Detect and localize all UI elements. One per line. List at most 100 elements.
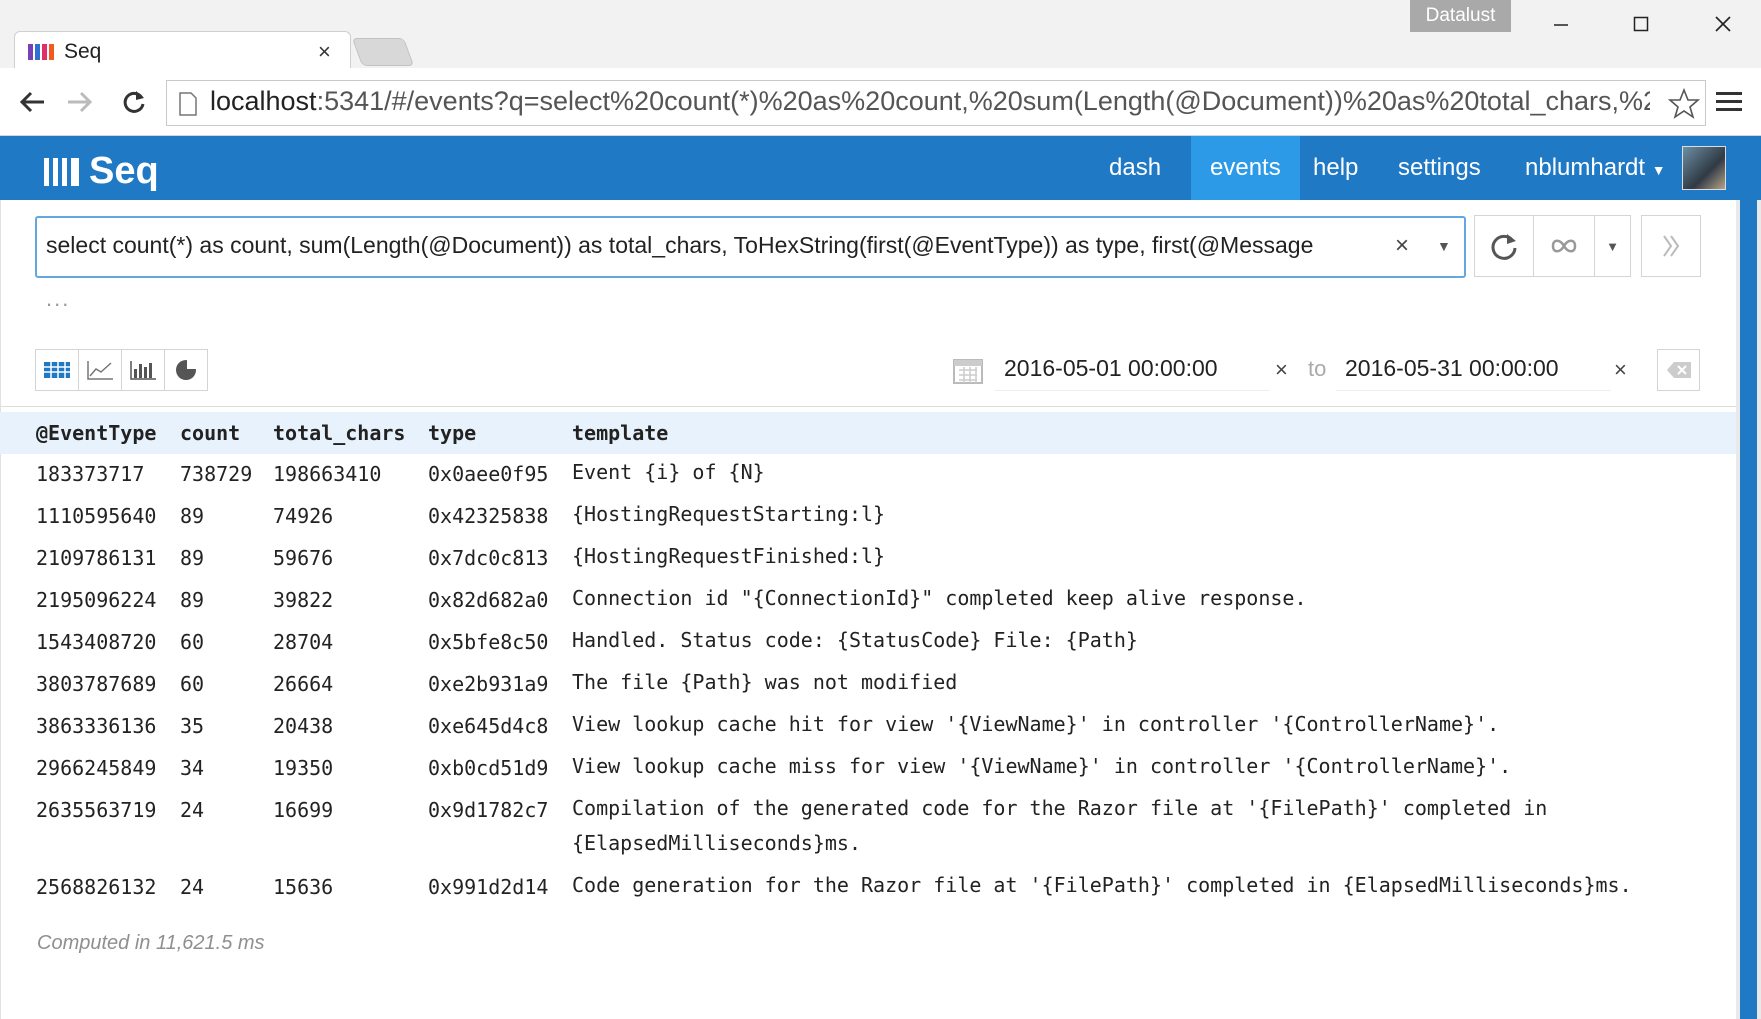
clear-date-to-icon[interactable]: × — [1614, 357, 1627, 383]
tab-close-icon[interactable]: × — [318, 39, 331, 65]
table-row[interactable]: 2109786131 89 59676 0x7dc0c813 {HostingReque… — [0, 538, 1736, 580]
query-more-ellipsis[interactable]: ... — [46, 286, 70, 312]
table-cell: 20438 — [273, 714, 334, 738]
refresh-icon — [1491, 234, 1517, 260]
date-to-label: to — [1308, 356, 1327, 381]
table-cell: 0x9d1782c7 — [428, 798, 549, 822]
table-cell: 26664 — [273, 672, 334, 696]
column-header[interactable]: @EventType — [36, 421, 156, 445]
results-table: @EventType count total_chars type templa… — [0, 412, 1736, 909]
table-cell: 0x42325838 — [428, 504, 549, 528]
user-name: nblumhardt — [1525, 154, 1646, 181]
table-cell: 59676 — [273, 546, 334, 570]
double-chevron-right-icon — [1663, 235, 1680, 257]
table-cell: 0x7dc0c813 — [428, 546, 549, 570]
table-cell: 2635563719 — [36, 798, 157, 822]
nav-events[interactable]: events — [1191, 136, 1300, 200]
table-cell: 2966245849 — [36, 756, 157, 780]
clear-date-from-icon[interactable]: × — [1275, 357, 1288, 383]
maximize-button[interactable] — [1616, 6, 1666, 42]
query-history-dropdown-icon[interactable]: ▼ — [1437, 238, 1451, 254]
table-cell: 1543408720 — [36, 630, 157, 654]
column-header[interactable]: count — [180, 421, 240, 445]
table-cell: 89 — [180, 588, 205, 612]
table-cell: 60 — [180, 630, 205, 654]
seq-favicon-icon — [28, 44, 54, 60]
table-row[interactable]: 3803787689 60 26664 0xe2b931a9 The file {Pat… — [0, 664, 1736, 706]
table-cell: View lookup cache miss for view '{ViewNa… — [572, 754, 1512, 778]
browser-menu-icon[interactable] — [1712, 84, 1746, 118]
table-row[interactable]: 3863336136 35 20438 0xe645d4c8 View lookup c… — [0, 706, 1736, 748]
table-cell: 1110595640 — [36, 504, 157, 528]
clear-range-button[interactable] — [1657, 349, 1700, 391]
tail-options-dropdown[interactable]: ▼ — [1594, 215, 1631, 277]
maximize-icon — [1633, 16, 1649, 32]
nav-dash[interactable]: dash — [1090, 136, 1180, 200]
column-header[interactable]: total_chars — [273, 421, 405, 445]
caret-down-icon: ▼ — [1606, 238, 1619, 254]
user-menu[interactable]: nblumhardt ▼ — [1506, 136, 1685, 200]
column-header[interactable]: template — [572, 421, 668, 445]
seq-logo[interactable]: Seq — [44, 150, 159, 193]
table-cell: Code generation for the Razor file at '{… — [572, 873, 1632, 897]
table-row[interactable]: 2568826132 24 15636 0x991d2d14 Code generati… — [0, 867, 1736, 909]
table-cell: Handled. Status code: {StatusCode} File:… — [572, 628, 1138, 652]
refresh-button[interactable] — [1474, 215, 1534, 277]
date-from-value[interactable]: 2016-05-01 00:00:00 — [1004, 355, 1218, 382]
line-chart-button[interactable] — [78, 349, 122, 391]
backspace-icon — [1666, 362, 1691, 378]
table-cell: 3803787689 — [36, 672, 157, 696]
clear-query-icon[interactable]: × — [1395, 232, 1409, 260]
table-cell: 2195096224 — [36, 588, 157, 612]
table-cell: 2568826132 — [36, 875, 157, 899]
avatar[interactable] — [1682, 146, 1726, 190]
expand-query-button[interactable] — [1641, 215, 1701, 277]
table-cell: Connection id "{ConnectionId}" completed… — [572, 586, 1307, 610]
query-text[interactable]: select count(*) as count, sum(Length(@Do… — [46, 232, 1386, 259]
nav-settings[interactable]: settings — [1379, 136, 1500, 200]
table-cell: 35 — [180, 714, 205, 738]
table-row[interactable]: 183373717 738729 198663410 0x0aee0f95 Event … — [0, 454, 1736, 496]
close-window-button[interactable] — [1698, 6, 1748, 42]
table-row[interactable]: 2966245849 34 19350 0xb0cd51d9 View lookup c… — [0, 748, 1736, 790]
table-row[interactable]: 1110595640 89 74926 0x42325838 {HostingReque… — [0, 496, 1736, 538]
bookmark-star-icon[interactable] — [1668, 88, 1700, 120]
table-cell: 74926 — [273, 504, 334, 528]
table-cell: 28704 — [273, 630, 334, 654]
table-row[interactable]: 1543408720 60 28704 0x5bfe8c50 Handled. Stat… — [0, 622, 1736, 664]
column-header[interactable]: type — [428, 421, 476, 445]
view-mode-toolbar — [35, 349, 208, 391]
table-cell: 738729 — [180, 462, 253, 486]
table-row[interactable]: 2195096224 89 39822 0x82d682a0 Connection id… — [0, 580, 1736, 622]
table-cell: View lookup cache hit for view '{ViewNam… — [572, 712, 1500, 736]
pie-chart-button[interactable] — [164, 349, 208, 391]
table-cell: {HostingRequestStarting:l} — [572, 502, 886, 526]
table-cell: 183373717 — [36, 462, 145, 486]
table-cell: {HostingRequestFinished:l} — [572, 544, 886, 568]
table-cell: 198663410 — [273, 462, 382, 486]
table-cell: 89 — [180, 546, 205, 570]
scrollbar-thumb[interactable] — [1740, 200, 1757, 1019]
table-view-button[interactable] — [35, 349, 79, 391]
table-cell: 24 — [180, 875, 205, 899]
calendar-icon[interactable] — [953, 356, 983, 384]
table-cell: 34 — [180, 756, 205, 780]
new-tab-button[interactable] — [351, 38, 415, 66]
table-cell: 0x82d682a0 — [428, 588, 549, 612]
url-text[interactable]: localhost:5341/#/events?q=select%20count… — [210, 86, 1650, 117]
bar-chart-button[interactable] — [121, 349, 165, 391]
page-icon — [179, 92, 197, 116]
back-button[interactable] — [10, 80, 54, 124]
date-to-value[interactable]: 2016-05-31 00:00:00 — [1345, 355, 1559, 382]
nav-help[interactable]: help — [1294, 136, 1377, 200]
forward-button[interactable] — [58, 80, 102, 124]
table-row[interactable]: 2635563719 24 16699 0x9d1782c7 Compilation o… — [0, 790, 1736, 867]
bar-chart-icon — [130, 361, 156, 380]
close-icon — [1715, 16, 1731, 32]
reload-button[interactable] — [112, 80, 156, 124]
minimize-button[interactable] — [1536, 6, 1586, 42]
tail-button[interactable] — [1533, 215, 1595, 277]
table-body: 183373717 738729 198663410 0x0aee0f95 Event … — [0, 454, 1736, 909]
table-cell: 89 — [180, 504, 205, 528]
table-cell: 0x0aee0f95 — [428, 462, 549, 486]
